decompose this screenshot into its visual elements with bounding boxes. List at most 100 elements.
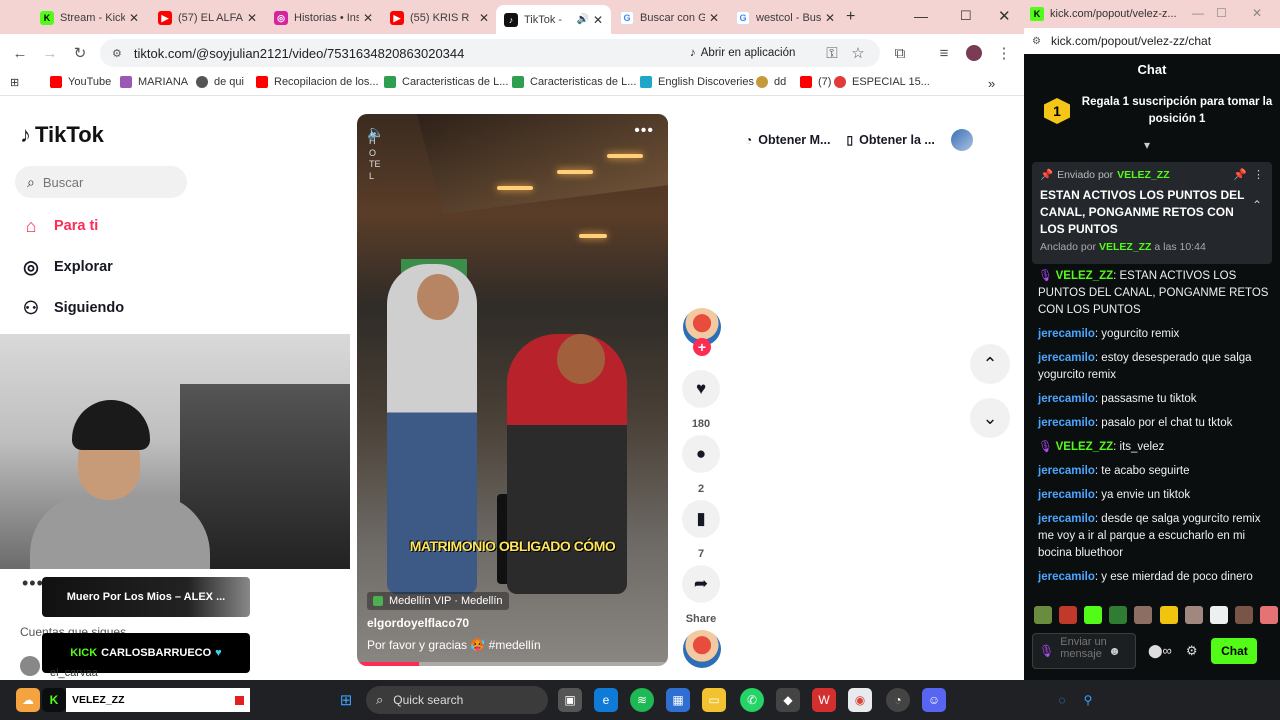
store-icon[interactable]: ▦ <box>666 688 690 712</box>
maximize-button[interactable]: ☐ <box>1216 6 1227 20</box>
media-control-icon[interactable]: ≡ <box>934 43 954 63</box>
following-account-row[interactable]: el_carvaa <box>20 653 98 679</box>
extensions-icon[interactable]: ⧉ <box>890 43 910 63</box>
close-icon[interactable]: ✕ <box>479 11 489 25</box>
windows-start-icon[interactable]: ⊞ <box>334 688 358 712</box>
gift-subscription-banner[interactable]: 1 Regala 1 suscripción para tomar la pos… <box>1034 88 1274 134</box>
pinned-by-user[interactable]: VELEZ_ZZ <box>1099 241 1152 253</box>
close-window-button[interactable]: ✕ <box>1252 6 1262 20</box>
sound-avatar[interactable] <box>683 630 721 668</box>
apps-grid-icon[interactable]: ⊞ <box>10 76 19 89</box>
close-icon[interactable]: ✕ <box>247 11 257 25</box>
save-action[interactable]: ▮ 7 <box>681 500 721 560</box>
more-icon[interactable]: ••• <box>22 573 44 594</box>
chat-username[interactable]: jerecamilo <box>1038 417 1095 429</box>
whatsapp-icon[interactable]: ✆ <box>740 688 764 712</box>
bookmark-english-discoveries[interactable]: English Discoveries <box>640 76 754 88</box>
unpin-icon[interactable]: 📌 <box>1233 169 1247 181</box>
forward-icon[interactable]: → <box>40 43 60 63</box>
get-desktop-button[interactable]: ▯ Obtener la ... <box>846 133 934 147</box>
mute-icon[interactable]: 🔈 <box>367 124 384 141</box>
nav-siguiendo[interactable]: ⚇ Siguiendo <box>20 296 124 320</box>
task-view-icon[interactable]: ▣ <box>558 688 582 712</box>
previous-video-button[interactable]: ⌃ <box>970 344 1010 384</box>
chat-username[interactable]: jerecamilo <box>1038 513 1095 525</box>
tab-google-search[interactable]: G Buscar con Google ✕ <box>612 5 727 31</box>
obs-icon[interactable]: ◆ <box>776 688 800 712</box>
filter-icon[interactable]: ▾ <box>1144 138 1150 152</box>
mic-icon[interactable]: ⚲ <box>1076 688 1100 712</box>
emote-icon[interactable] <box>1134 606 1153 624</box>
key-icon[interactable]: ⚿ <box>822 43 842 63</box>
close-icon[interactable]: ✕ <box>825 11 835 25</box>
bookmark-icon[interactable]: ▮ <box>682 500 720 538</box>
tiktok-logo[interactable]: ♪ TikTok <box>20 122 104 148</box>
more-bookmarks-icon[interactable]: » <box>988 76 995 91</box>
maximize-button[interactable]: ☐ <box>960 8 972 24</box>
video-author[interactable]: elgordoyelflaco70 <box>367 616 469 630</box>
emote-icon[interactable] <box>1184 606 1203 624</box>
chat-input-box[interactable]: 🎙 ☻ <box>1032 633 1136 669</box>
chat-username[interactable]: jerecamilo <box>1038 328 1095 340</box>
emote-icon[interactable] <box>1209 606 1228 624</box>
spotify-icon[interactable]: ≋ <box>630 688 654 712</box>
profile-avatar[interactable] <box>950 129 973 151</box>
chat-username[interactable]: jerecamilo <box>1038 465 1095 477</box>
menu-icon[interactable]: ⋮ <box>994 43 1014 63</box>
chat-username[interactable]: jerecamilo <box>1038 393 1095 405</box>
open-in-app-button[interactable]: ♪ Abrir en aplicación <box>690 40 795 66</box>
back-icon[interactable]: ← <box>10 43 30 63</box>
emote-icon[interactable] <box>1259 606 1278 624</box>
more-icon[interactable]: ⋮ <box>1253 169 1264 181</box>
bookmark-youtube-7[interactable]: (7) <box>800 76 831 88</box>
weather-icon[interactable]: ☁ <box>16 688 40 712</box>
chat-username[interactable]: VELEZ_ZZ <box>1056 270 1114 282</box>
share-action[interactable]: ➦ Share <box>681 565 721 625</box>
wps-icon[interactable]: W <box>812 688 836 712</box>
close-icon[interactable]: ✕ <box>363 11 373 25</box>
comment-action[interactable]: ● 2 <box>681 435 721 495</box>
close-icon[interactable]: ✕ <box>129 11 139 25</box>
minimize-button[interactable]: — <box>1192 6 1204 20</box>
emote-icon[interactable] <box>1059 606 1078 624</box>
heart-icon[interactable]: ♥ <box>682 370 720 408</box>
close-icon[interactable]: ✕ <box>709 11 719 25</box>
chat-username[interactable]: jerecamilo <box>1038 571 1095 583</box>
send-chat-button[interactable]: Chat <box>1211 638 1258 664</box>
bookmark-de-qui[interactable]: de qui <box>196 76 244 88</box>
file-explorer-icon[interactable]: ▭ <box>702 688 726 712</box>
chat-message-input[interactable] <box>1060 634 1109 668</box>
bookmark-especial[interactable]: ESPECIAL 15... <box>834 76 930 88</box>
tab-youtube-kris[interactable]: ▶ (55) KRIS R ✕ <box>382 5 497 31</box>
emote-icon[interactable] <box>1234 606 1253 624</box>
search-box[interactable]: ⌕ <box>15 166 187 198</box>
chrome-icon[interactable]: ◉ <box>848 688 872 712</box>
kick-logo-icon[interactable]: K <box>42 688 66 712</box>
speaker-icon[interactable]: 🔊 <box>576 14 588 25</box>
nav-explorar[interactable]: ◎ Explorar <box>20 255 113 279</box>
site-info-icon[interactable]: ⚙ <box>1032 36 1041 47</box>
nav-para-ti[interactable]: ⌂ Para ti <box>20 214 99 238</box>
app-icon[interactable]: ◔ <box>886 688 910 712</box>
tab-tiktok[interactable]: ♪ TikTok - 🔊 ✕ <box>496 5 611 34</box>
taskbar-search[interactable]: ⌕ Quick search <box>366 686 548 714</box>
emote-icon[interactable] <box>1034 606 1052 624</box>
points-icon[interactable]: ⬤∞ <box>1148 643 1172 659</box>
chat-username[interactable]: jerecamilo <box>1038 352 1095 364</box>
profile-avatar[interactable] <box>964 43 984 63</box>
tab-instagram[interactable]: ◎ Historias • Instagram ✕ <box>266 5 381 31</box>
bookmark-dd[interactable]: dd <box>756 76 786 88</box>
pinned-user[interactable]: VELEZ_ZZ <box>1117 169 1170 181</box>
emote-icon[interactable] <box>1159 606 1178 624</box>
bookmark-mariana[interactable]: MARIANA <box>120 76 188 88</box>
bookmark-caracteristicas-1[interactable]: Caracteristicas de L... <box>384 76 508 88</box>
tab-westcol-search[interactable]: G westcol - Buscar ✕ <box>728 5 843 31</box>
comment-icon[interactable]: ● <box>682 435 720 473</box>
next-video-button[interactable]: ⌄ <box>970 398 1010 438</box>
location-tag[interactable]: Medellín VIP · Medellín <box>367 592 509 610</box>
discord-icon[interactable]: ☺ <box>922 688 946 712</box>
reload-icon[interactable]: ↻ <box>70 43 90 63</box>
emote-icon[interactable] <box>1109 606 1128 624</box>
new-tab-button[interactable]: + <box>846 8 855 26</box>
share-icon[interactable]: ➦ <box>682 565 720 603</box>
